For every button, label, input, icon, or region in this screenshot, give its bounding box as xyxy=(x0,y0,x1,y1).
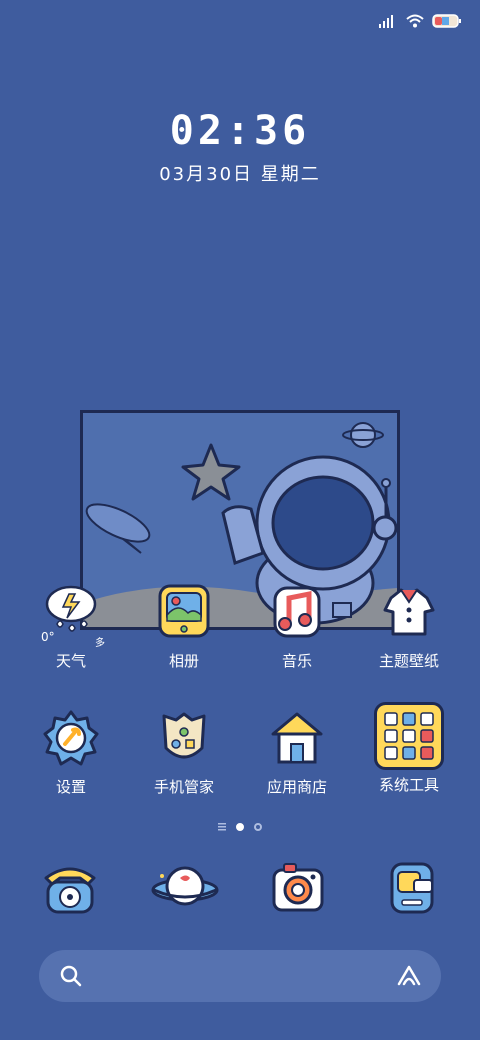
app-label: 音乐 xyxy=(281,652,312,670)
app-theme[interactable]: 主题壁纸 xyxy=(354,580,464,671)
status-bar xyxy=(378,10,462,32)
dock-browser[interactable] xyxy=(150,856,220,920)
app-store-icon xyxy=(265,706,329,770)
signal-icon xyxy=(379,15,393,28)
page-indicator[interactable] xyxy=(0,823,480,831)
camera-icon xyxy=(272,863,324,912)
app-weather[interactable]: 0° 多 天气 xyxy=(16,580,126,671)
browser-planet-icon xyxy=(151,866,219,906)
system-tools-folder-icon xyxy=(374,702,444,770)
page-dot xyxy=(254,823,262,831)
weather-temp: 0° xyxy=(41,630,55,644)
security-icon xyxy=(152,706,216,770)
weather-condition: 多 xyxy=(95,638,105,649)
app-gallery[interactable]: 相册 xyxy=(129,580,239,671)
dock-phone[interactable] xyxy=(38,856,102,920)
wifi-icon xyxy=(406,14,424,28)
app-store[interactable]: 应用商店 xyxy=(242,706,352,797)
page-dot-active xyxy=(236,823,244,831)
dock-messages[interactable] xyxy=(380,856,444,920)
app-label: 手机管家 xyxy=(153,778,214,796)
search-bar[interactable] xyxy=(39,950,441,1002)
weather-icon: 0° 多 xyxy=(39,580,105,649)
clock-time: 02:36 xyxy=(169,108,311,154)
menu-page-icon xyxy=(218,823,226,831)
music-icon xyxy=(265,580,329,644)
app-label: 主题壁纸 xyxy=(378,652,439,670)
app-label: 设置 xyxy=(55,778,86,796)
app-label: 天气 xyxy=(55,652,86,670)
phone-icon xyxy=(44,867,96,914)
app-label: 系统工具 xyxy=(378,776,439,794)
assistant-icon[interactable] xyxy=(395,964,423,988)
search-icon[interactable] xyxy=(59,964,83,988)
battery-icon xyxy=(432,14,461,28)
gallery-icon xyxy=(152,580,216,644)
app-music[interactable]: 音乐 xyxy=(242,580,352,671)
app-settings[interactable]: 设置 xyxy=(16,706,126,797)
app-security[interactable]: 手机管家 xyxy=(129,706,239,797)
dock-camera[interactable] xyxy=(266,856,330,920)
app-label: 相册 xyxy=(168,652,199,670)
messages-icon xyxy=(390,862,434,914)
theme-icon xyxy=(377,580,441,644)
folder-system-tools[interactable]: 系统工具 xyxy=(354,702,464,795)
settings-icon xyxy=(39,706,103,770)
astronaut-widget[interactable] xyxy=(80,410,400,630)
app-label: 应用商店 xyxy=(266,778,327,796)
clock-date: 03月30日 星期二 xyxy=(159,164,321,185)
